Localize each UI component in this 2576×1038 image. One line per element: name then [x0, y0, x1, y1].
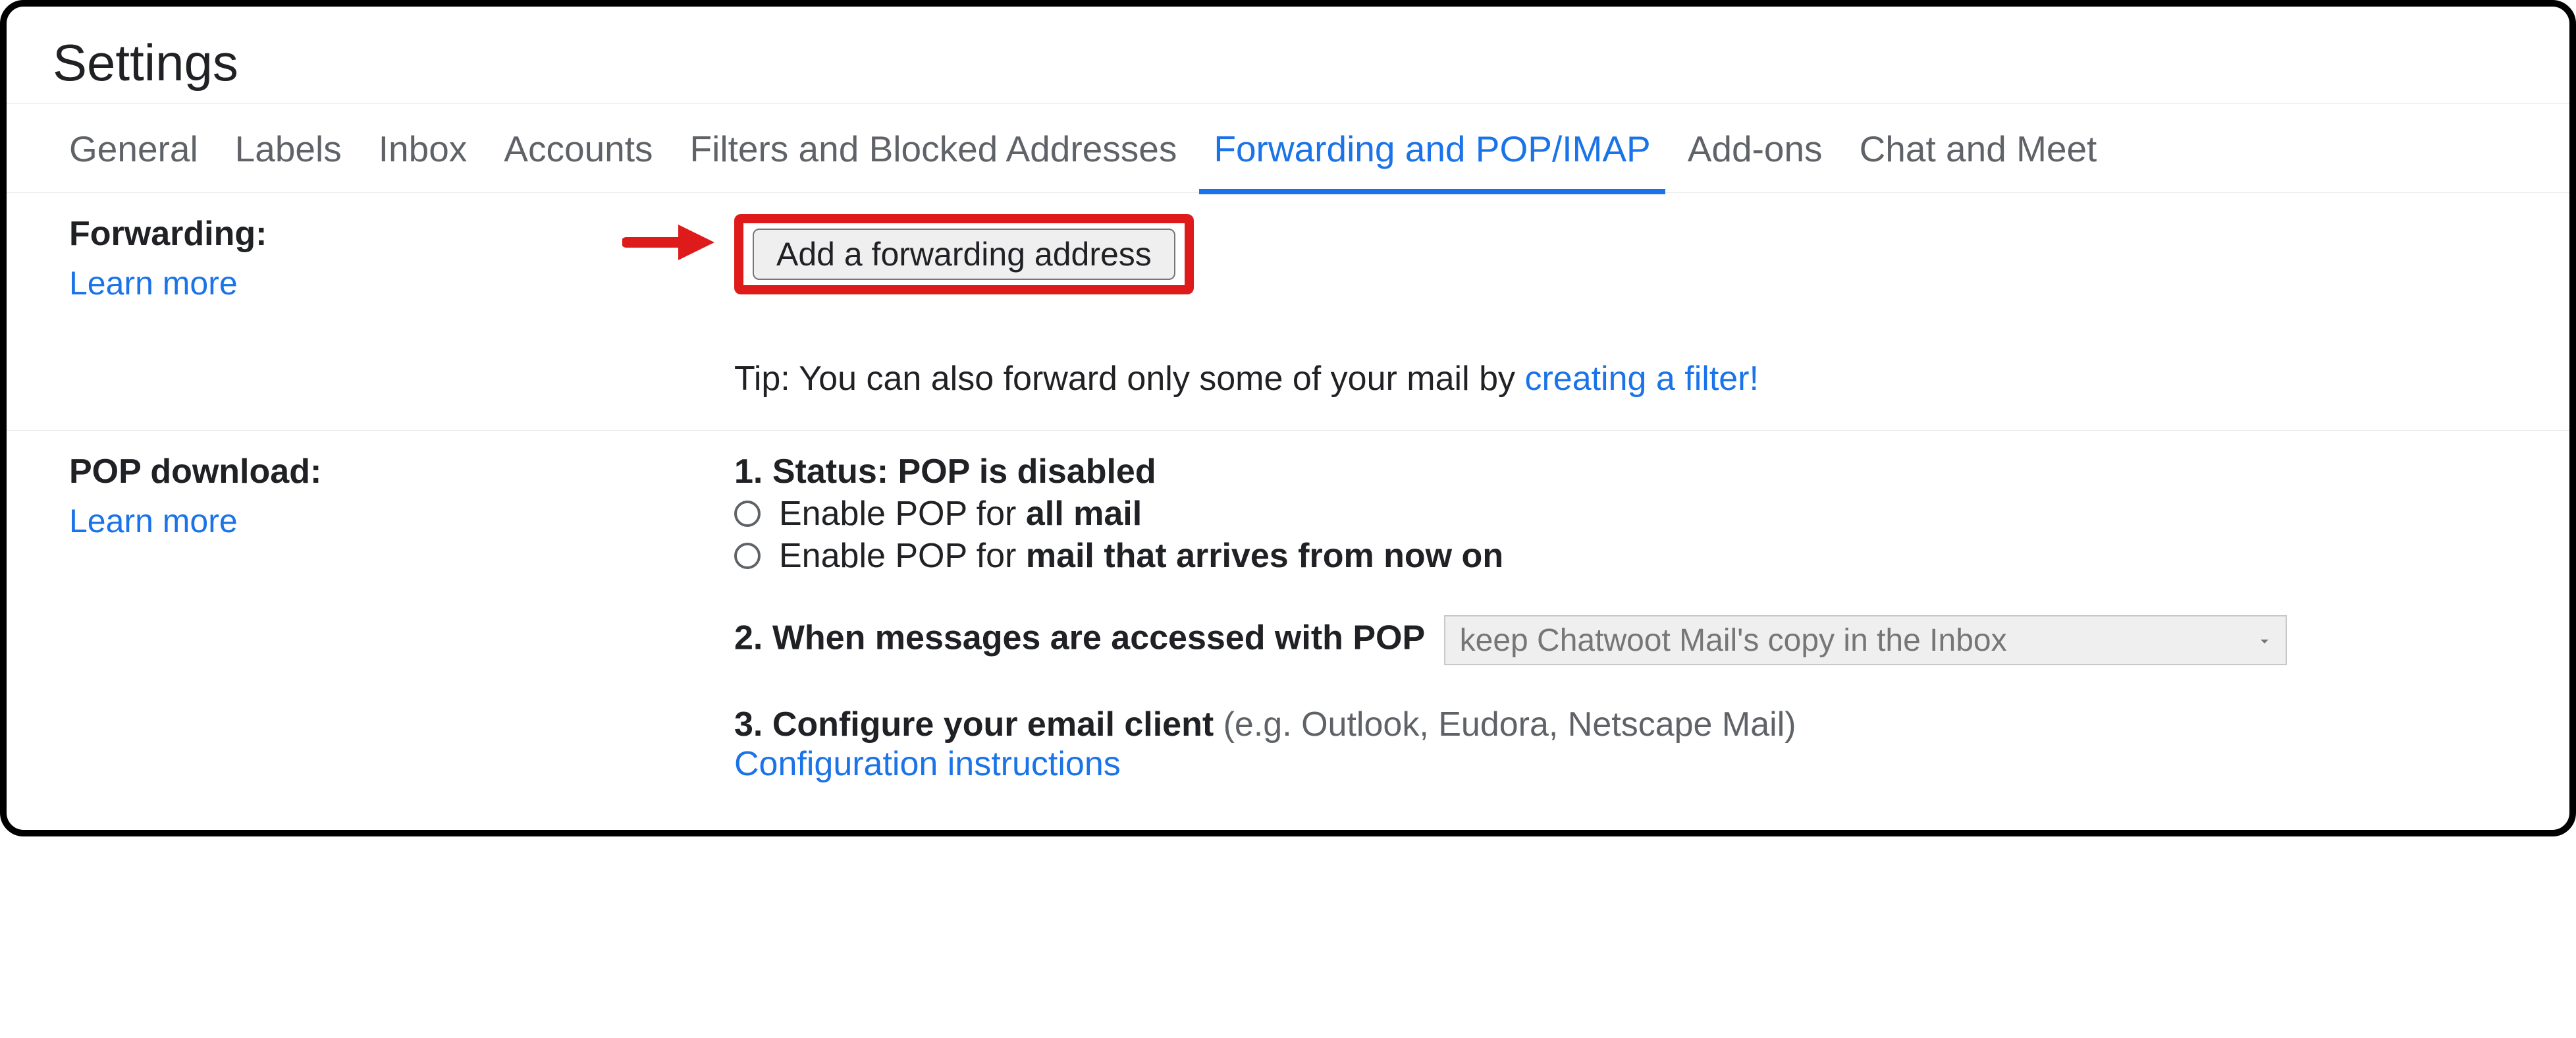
page-title: Settings [53, 33, 2523, 93]
tab-chat-meet[interactable]: Chat and Meet [1860, 104, 2097, 192]
section-pop-download: POP download: Learn more 1. Status: POP … [7, 431, 2569, 830]
pop-configure-link-row: Configuration instructions [734, 744, 2507, 784]
radio-icon [734, 543, 761, 569]
tab-accounts[interactable]: Accounts [504, 104, 653, 192]
section-forwarding-right: Add a forwarding address Tip: You can al… [734, 214, 2507, 398]
pop-configure-row: 3. Configure your email client (e.g. Out… [734, 705, 2507, 744]
pop-when-select-value: keep Chatwoot Mail's copy in the Inbox [1460, 622, 2007, 659]
section-forwarding-left: Forwarding: Learn more [69, 214, 734, 398]
annotation-arrow [267, 214, 734, 265]
tab-labels[interactable]: Labels [235, 104, 342, 192]
pop-radio1-bold: all mail [1026, 495, 1142, 533]
configuration-instructions-link[interactable]: Configuration instructions [734, 745, 1121, 783]
pop-configure-rest: (e.g. Outlook, Eudora, Netscape Mail) [1223, 705, 1796, 744]
pop-radio1-prefix: Enable POP for [779, 495, 1026, 533]
tabs: General Labels Inbox Accounts Filters an… [7, 104, 2569, 192]
add-forwarding-address-button[interactable]: Add a forwarding address [753, 229, 1175, 280]
pop-enable-now-on-radio[interactable]: Enable POP for mail that arrives from no… [734, 536, 2507, 576]
forwarding-tip-text: Tip: You can also forward only some of y… [734, 360, 1524, 398]
pop-status-line: 1. Status: POP is disabled [734, 452, 2507, 491]
radio-icon [734, 501, 761, 527]
tab-inbox[interactable]: Inbox [379, 104, 468, 192]
chevron-down-icon [2255, 622, 2274, 659]
pop-status-value: POP is disabled [898, 452, 1156, 491]
pop-learn-more-link[interactable]: Learn more [69, 502, 321, 540]
pop-when-select[interactable]: keep Chatwoot Mail's copy in the Inbox [1444, 615, 2287, 665]
pop-when-accessed-row: 2. When messages are accessed with POP k… [734, 615, 2507, 665]
section-pop-right: 1. Status: POP is disabled Enable POP fo… [734, 452, 2507, 784]
creating-filter-link[interactable]: creating a filter! [1524, 360, 1759, 398]
tab-filters[interactable]: Filters and Blocked Addresses [690, 104, 1177, 192]
pop-radio2-label: Enable POP for mail that arrives from no… [779, 536, 1503, 576]
pop-status-prefix: 1. Status: [734, 452, 898, 491]
tab-general[interactable]: General [69, 104, 198, 192]
arrow-icon [622, 219, 714, 265]
annotation-highlight-box: Add a forwarding address [734, 214, 1194, 294]
pop-configure-bold: 3. Configure your email client [734, 705, 1223, 744]
add-forwarding-highlight: Add a forwarding address [734, 214, 2507, 294]
tabs-container: General Labels Inbox Accounts Filters an… [7, 103, 2569, 193]
header: Settings [7, 7, 2569, 103]
pop-title: POP download: [69, 452, 321, 491]
forwarding-title: Forwarding: [69, 214, 267, 254]
forwarding-tip: Tip: You can also forward only some of y… [734, 359, 2507, 398]
tab-addons[interactable]: Add-ons [1688, 104, 1823, 192]
pop-radio1-label: Enable POP for all mail [779, 494, 1142, 533]
pop-radio2-bold: mail that arrives from now on [1026, 537, 1503, 575]
forwarding-learn-more-link[interactable]: Learn more [69, 264, 267, 302]
section-forwarding: Forwarding: Learn more Add a forwarding … [7, 193, 2569, 431]
pop-enable-all-radio[interactable]: Enable POP for all mail [734, 494, 2507, 533]
pop-when-label: 2. When messages are accessed with POP [734, 619, 1425, 657]
pop-radio2-prefix: Enable POP for [779, 537, 1026, 575]
settings-window: Settings General Labels Inbox Accounts F… [0, 0, 2576, 836]
section-pop-left: POP download: Learn more [69, 452, 734, 784]
tab-forwarding-pop-imap[interactable]: Forwarding and POP/IMAP [1214, 104, 1650, 192]
